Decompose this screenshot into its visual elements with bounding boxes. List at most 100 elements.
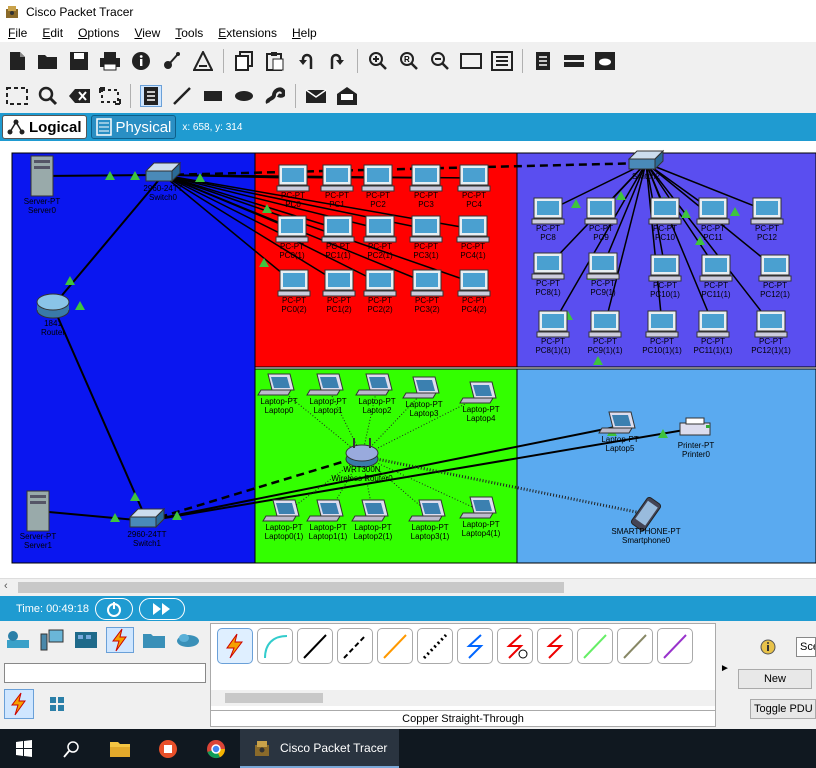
info-icon[interactable] [130,50,152,72]
network-wizard-icon[interactable] [161,50,183,72]
connections-icon[interactable] [106,627,134,653]
device-pc0-2[interactable]: PC-PTPC0(2) [277,269,311,314]
new-scenario-button[interactable]: New [738,669,812,689]
save-icon[interactable] [68,50,90,72]
menu-options[interactable]: Options [70,26,126,40]
multiuser-icon[interactable] [174,627,202,653]
select-icon[interactable] [6,85,28,107]
copper-straight-through-icon[interactable] [297,628,333,664]
windows-start-icon[interactable] [0,729,48,768]
menu-extensions[interactable]: Extensions [210,26,284,40]
cloud-screen-icon[interactable] [594,50,616,72]
chrome-icon[interactable] [192,729,240,768]
menu-tools[interactable]: Tools [167,26,210,40]
draw-rectangle-icon[interactable] [202,85,224,107]
logical-tab[interactable]: Logical [2,115,87,139]
device-pc9-1[interactable]: PC-PTPC9(1) [586,252,620,297]
network-devices-icon[interactable] [4,627,32,653]
console-cable-icon[interactable] [257,628,293,664]
coaxial-icon[interactable] [457,628,493,664]
serial-dce-icon[interactable] [497,628,533,664]
zoom-out-icon[interactable] [429,50,451,72]
connections-scrollbar[interactable] [211,690,715,706]
print-icon[interactable] [99,50,121,72]
scenario-info-icon[interactable] [760,639,776,655]
miscellaneous-icon[interactable] [140,627,168,653]
components-icon[interactable] [72,627,100,653]
redo-icon[interactable] [326,50,348,72]
device-template-icon[interactable] [563,50,585,72]
new-file-icon[interactable] [6,50,28,72]
device-pc11-1[interactable]: PC-PTPC11(1) [699,254,733,299]
power-cycle-button[interactable] [94,597,133,620]
device-router[interactable]: 1841Router [36,293,70,337]
device-pc4-2[interactable]: PC-PTPC4(2) [457,269,491,314]
scenario-selector[interactable]: Sce [796,637,816,657]
copy-icon[interactable] [233,50,255,72]
scroll-left-icon[interactable]: ‹ [4,580,8,592]
taskbar-packet-tracer[interactable]: Cisco Packet Tracer [240,729,400,768]
resize-shape-icon[interactable] [99,85,121,107]
device-pc2-2[interactable]: PC-PTPC2(2) [363,269,397,314]
paste-icon[interactable] [264,50,286,72]
device-pc0-1[interactable]: PC-PTPC0(1) [275,215,309,260]
zoom-in-icon[interactable] [367,50,389,72]
serial-dte-icon[interactable] [537,628,573,664]
workspace-horizontal-scrollbar[interactable]: ‹ [0,578,816,595]
delete-icon[interactable] [68,85,90,107]
search-icon[interactable] [48,729,96,768]
octal-cable-icon[interactable] [577,628,613,664]
text-doc-icon[interactable] [532,50,554,72]
device-pc1-2[interactable]: PC-PTPC1(2) [322,269,356,314]
file-explorer-icon[interactable] [96,729,144,768]
undo-icon[interactable] [295,50,317,72]
draw-ellipse-icon[interactable] [233,85,255,107]
connections-subcategory-icon[interactable] [4,689,34,719]
device-pc1-1[interactable]: PC-PTPC1(1) [321,215,355,260]
inspect-icon[interactable] [37,85,59,107]
fiber-icon[interactable] [377,628,413,664]
device-pc3-1[interactable]: PC-PTPC3(1) [409,215,443,260]
physical-tab[interactable]: Physical [90,115,177,139]
device-switch2[interactable]: Switch2 [627,149,665,181]
connections-scrollbar-thumb[interactable] [225,693,323,703]
device-pc3-2[interactable]: PC-PTPC3(2) [410,269,444,314]
automatic-connection-icon[interactable] [217,628,253,664]
iot-custom-cable-icon[interactable] [617,628,653,664]
copper-cross-over-icon[interactable] [337,628,373,664]
device-pc2-1[interactable]: PC-PTPC2(1) [363,215,397,260]
device-pc12-1-1[interactable]: PC-PTPC12(1)(1) [751,310,791,355]
menu-edit[interactable]: Edit [34,26,70,40]
device-pc4-1[interactable]: PC-PTPC4(1) [456,215,490,260]
end-devices-icon[interactable] [38,627,66,653]
menu-file[interactable]: File [0,26,34,40]
panel-expand-icon[interactable]: ► [720,663,730,674]
grid-subcategory-icon[interactable] [42,689,72,719]
custom-devices-icon[interactable] [491,50,513,72]
draw-line-icon[interactable] [171,85,193,107]
logical-workspace[interactable]: Server-PT Server0 2960-24TT Switch0 1841 Rout… [0,141,816,579]
device-pc10-1[interactable]: PC-PTPC10(1) [648,254,682,299]
phone-cable-icon[interactable] [417,628,453,664]
freeform-icon[interactable] [264,85,286,107]
device-pc10-1-1[interactable]: PC-PTPC10(1)(1) [642,310,682,355]
device-pc11-1-1[interactable]: PC-PTPC11(1)(1) [694,310,733,355]
drawing-palette-icon[interactable] [460,50,482,72]
scrollbar-thumb[interactable] [18,582,564,593]
usb-cable-icon[interactable] [657,628,693,664]
device-pc9-1-1[interactable]: PC-PTPC9(1)(1) [587,310,623,355]
toggle-pdu-list-button[interactable]: Toggle PDU L [750,699,816,719]
fast-forward-button[interactable] [138,597,185,620]
device-pc8-1[interactable]: PC-PTPC8(1) [531,252,565,297]
activity-wizard-icon[interactable] [192,50,214,72]
menu-view[interactable]: View [126,26,167,40]
add-complex-pdu-icon[interactable] [336,85,358,107]
screen-recorder-icon[interactable] [144,729,192,768]
zoom-reset-icon[interactable]: R [398,50,420,72]
topology-canvas[interactable]: Server-PTServer02960-24TTSwitch01841Rout… [0,141,816,579]
open-folder-icon[interactable] [37,50,59,72]
device-pc12-1[interactable]: PC-PTPC12(1) [758,254,792,299]
place-note-icon[interactable] [140,85,162,107]
add-simple-pdu-icon[interactable] [305,85,327,107]
device-pc8-1-1[interactable]: PC-PTPC8(1)(1) [535,310,571,355]
